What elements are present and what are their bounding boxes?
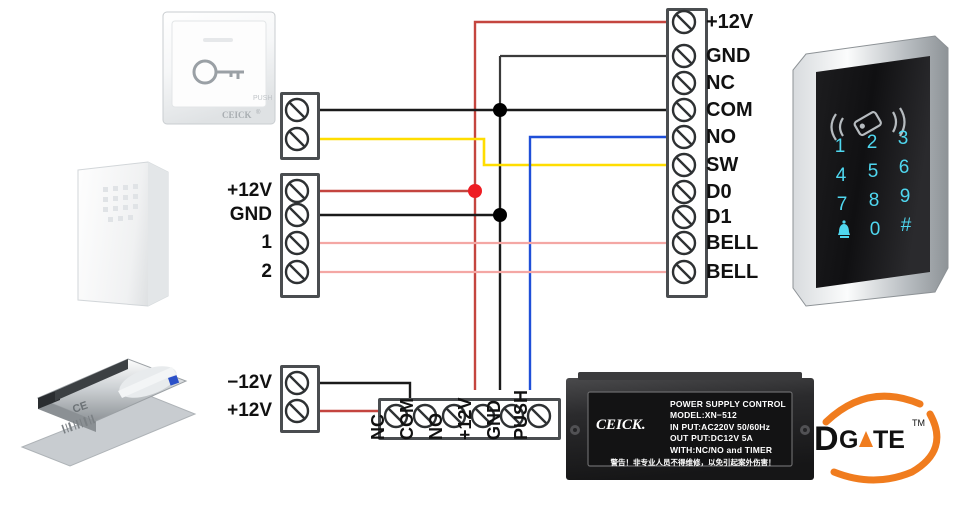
push-label: PUSH [253,95,272,102]
svg-text:0: 0 [870,219,881,240]
terminal-label-d1: D1 [706,206,732,228]
logo-triangle-a [859,431,873,447]
terminal-label-nc: NC [706,72,735,94]
svg-text:#: # [901,215,912,236]
terminal-label-no: NO [706,126,736,148]
junction-dot-gnd-top [493,103,507,117]
logo-swoosh-top [822,392,924,426]
rfid-controller-terminal-block[interactable] [666,8,708,298]
svg-text:9: 9 [900,186,911,207]
wire-black-gnd-trunk [312,108,502,390]
junction-dot-gnd-bottom [493,208,507,222]
wire-blue-push [528,135,672,390]
svg-text:®: ® [256,109,261,116]
svg-text:4: 4 [836,165,847,186]
lock-label-pos12v: +12V [227,400,272,421]
svg-text:2: 2 [867,132,878,153]
psu-label-no: NO [426,413,446,440]
psu-line-4: OUT PUT:DC12V 5A [670,433,754,444]
electric-lock-terminal-block[interactable] [280,365,320,433]
doorbell-label-2: 2 [261,261,272,282]
svg-text:7: 7 [837,194,848,215]
psu-warning: 警告！非专业人员不得维修，以免引起案外伤害！ [610,458,776,467]
rfid-keypad-reader-device[interactable]: 123 456 789 0 # [792,0,949,307]
exit-button-terminal-block[interactable] [280,92,320,160]
psu-label-gnd: GND [484,400,504,440]
svg-text:5: 5 [868,161,879,182]
logo-text-te: TE [873,426,905,454]
exit-push-button-device[interactable]: PUSH CEICK ® [162,11,276,125]
psu-label-push: PUSH [511,389,531,440]
terminal-label-bell-1: BELL [706,232,759,254]
doorbell-chime-device [77,161,169,307]
psu-line-5: WITH:NC/NO and TIMER [670,444,773,455]
psu-brand: CEICK. [596,417,646,433]
electric-bolt-lock-device: CE [20,358,197,467]
psu-label-com: COM [397,398,417,440]
svg-text:1: 1 [835,136,846,157]
terminal-label-bell-2: BELL [706,261,759,283]
wire-red-12v-trunk [473,20,672,390]
button-slot [203,38,233,42]
psu-label-nc: NC [368,414,388,440]
doorbell-label-1: 1 [261,232,272,253]
junction-dot-12v [468,184,482,198]
terminal-label-gnd: GND [706,45,751,67]
svg-text:3: 3 [898,128,909,149]
logo-text-g: G [839,426,858,454]
wiring-diagram-canvas: PUSH CEICK ® CE 1 2 3 4 5 6 7 8 9 0 # +1… [0,0,955,505]
exit-brand: CEICK [222,110,252,120]
psu-line-1: POWER SUPPLY CONTROL [670,399,786,409]
logo-text-d: D [814,420,839,458]
doorbell-label-gnd: GND [229,204,272,225]
wire-yellow-sw [312,137,672,167]
dgate-logo: D G TE TM [808,388,953,488]
terminal-label-com: COM [706,99,753,121]
doorbell-terminal-block[interactable] [280,173,320,298]
psu-line-2: MODEL:XN−512 [670,410,737,421]
svg-text:6: 6 [899,157,910,178]
terminal-label-d0: D0 [706,181,732,203]
svg-text:8: 8 [869,190,880,211]
lock-label-neg12v: −12V [227,372,272,393]
psu-label-12v: +12V [455,397,475,440]
doorbell-label-12v: +12V [227,180,272,201]
terminal-label-sw: SW [706,154,739,176]
terminal-label-12v: +12V [706,11,754,33]
logo-tm: TM [912,418,925,428]
psu-line-3: IN PUT:AC220V 50/60Hz [670,421,771,432]
